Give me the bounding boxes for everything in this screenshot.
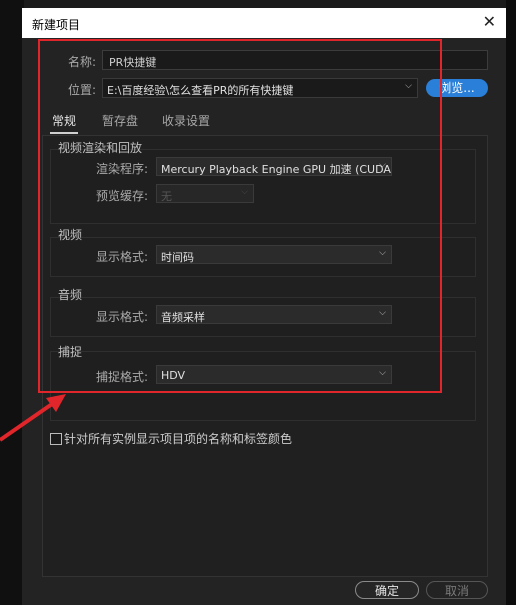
ok-button[interactable]: 确定 — [355, 581, 419, 599]
video-display-format-label: 显示格式: — [96, 250, 149, 264]
location-value: E:\百度经验\怎么查看PR的所有快捷键 — [107, 84, 294, 97]
video-display-format-value: 时间码 — [161, 251, 194, 264]
location-select[interactable]: E:\百度经验\怎么查看PR的所有快捷键 ⌵ — [102, 78, 418, 98]
capture-group — [50, 351, 476, 421]
background-right — [506, 0, 516, 605]
preview-cache-label: 预览缓存: — [96, 189, 149, 203]
capture-group-title: 捕捉 — [58, 345, 83, 359]
name-input[interactable]: PR快捷键 — [102, 50, 488, 70]
chevron-down-icon: ⌵ — [379, 368, 386, 378]
title-bar: 新建项目 ✕ — [22, 8, 506, 38]
tab-scratch-disks[interactable]: 暂存盘 — [102, 112, 138, 129]
preview-cache-value: 无 — [161, 190, 172, 203]
chevron-down-icon: ⌵ — [379, 160, 386, 170]
renderer-select[interactable]: Mercury Playback Engine GPU 加速 (CUDA) ⌵ — [156, 157, 392, 176]
chevron-down-icon: ⌵ — [379, 308, 386, 318]
audio-display-format-label: 显示格式: — [96, 310, 149, 324]
active-tab-indicator — [50, 132, 78, 134]
capture-format-select[interactable]: HDV ⌵ — [156, 365, 392, 384]
name-label: 名称: — [68, 55, 97, 69]
capture-format-label: 捕捉格式: — [96, 370, 149, 384]
tab-general[interactable]: 常规 — [52, 112, 76, 129]
tab-ingest-settings[interactable]: 收录设置 — [162, 112, 210, 129]
location-label: 位置: — [68, 83, 97, 97]
chevron-down-icon: ⌵ — [405, 81, 412, 91]
name-input-value: PR快捷键 — [109, 56, 157, 69]
audio-group-title: 音频 — [58, 288, 83, 302]
audio-display-format-value: 音频采样 — [161, 311, 205, 324]
new-project-dialog: 新建项目 ✕ 名称: PR快捷键 位置: E:\百度经验\怎么查看PR的所有快捷… — [22, 8, 506, 605]
video-render-group-title: 视频渲染和回放 — [58, 141, 143, 155]
show-label-color-checkbox[interactable] — [50, 433, 62, 445]
chevron-down-icon: ⌵ — [379, 248, 386, 258]
close-icon[interactable]: ✕ — [483, 12, 496, 31]
browse-button[interactable]: 浏览... — [426, 79, 488, 97]
renderer-value: Mercury Playback Engine GPU 加速 (CUDA) — [161, 163, 392, 176]
cancel-button[interactable]: 取消 — [426, 581, 488, 599]
capture-format-value: HDV — [161, 369, 186, 382]
video-display-format-select[interactable]: 时间码 ⌵ — [156, 245, 392, 264]
renderer-label: 渲染程序: — [96, 162, 149, 176]
chevron-down-icon: ⌵ — [241, 187, 248, 197]
audio-display-format-select[interactable]: 音频采样 ⌵ — [156, 305, 392, 324]
show-label-color-label: 针对所有实例显示项目项的名称和标签颜色 — [64, 432, 293, 446]
dialog-title: 新建项目 — [32, 18, 81, 32]
video-group-title: 视频 — [58, 228, 83, 242]
preview-cache-select: 无 ⌵ — [156, 184, 254, 203]
background-left — [0, 0, 24, 605]
